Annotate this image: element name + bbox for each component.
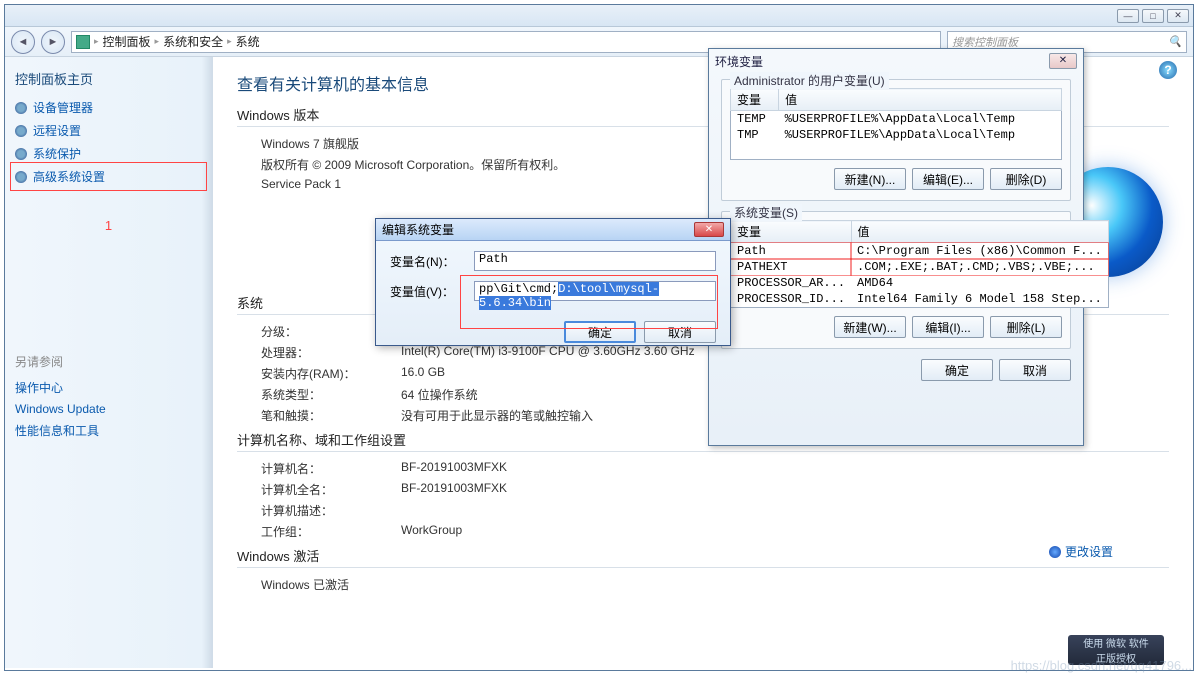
bc-system[interactable]: 系统 [236, 33, 260, 50]
value-processor: Intel(R) Core(TM) i3-9100F CPU @ 3.60GHz… [401, 344, 695, 361]
link-perf-info[interactable]: 性能信息和工具 [15, 419, 202, 442]
watermark: https://blog.csdn.net/qq41796... [1011, 658, 1192, 673]
titlebar: — □ ✕ [5, 5, 1193, 27]
sys-vars-table[interactable]: 变量值 PathC:\Program Files (x86)\Common F.… [730, 220, 1109, 308]
see-also-header: 另请参阅 [15, 353, 202, 370]
label-touch: 笔和触摸： [261, 407, 381, 424]
activation-status: Windows 已激活 [261, 576, 349, 593]
env-ok-button[interactable]: 确定 [921, 359, 993, 381]
table-row: PROCESSOR_AR...AMD64 [731, 275, 1109, 291]
chevron-right-icon: ▸ [227, 36, 232, 47]
env-vars-dialog: 环境变量 ✕ Administrator 的用户变量(U) 变量值 TEMP%U… [708, 48, 1084, 446]
var-name-input[interactable]: Path [474, 251, 716, 271]
maximize-button[interactable]: □ [1142, 9, 1164, 23]
table-row: PATHEXT.COM;.EXE;.BAT;.CMD;.VBS;.VBE;... [731, 259, 1109, 275]
var-name-label: 变量名(N)： [390, 253, 466, 270]
value-touch: 没有可用于此显示器的笔或触控输入 [401, 407, 593, 424]
label-rating: 分级： [261, 323, 381, 340]
sys-delete-button[interactable]: 删除(L) [990, 316, 1062, 338]
sidebar-title: 控制面板主页 [15, 69, 202, 88]
edit-close-button[interactable]: ✕ [694, 222, 724, 237]
close-button[interactable]: ✕ [1167, 9, 1189, 23]
sys-new-button[interactable]: 新建(W)... [834, 316, 906, 338]
sidebar: 控制面板主页 设备管理器 远程设置 系统保护 高级系统设置 1 另请参阅 操作中… [5, 57, 213, 668]
value-systype: 64 位操作系统 [401, 386, 478, 403]
user-delete-button[interactable]: 删除(D) [990, 168, 1062, 190]
help-icon[interactable]: ? [1159, 61, 1177, 79]
env-cancel-button[interactable]: 取消 [999, 359, 1071, 381]
bc-system-security[interactable]: 系统和安全 [163, 33, 223, 50]
label-pcdesc: 计算机描述： [261, 502, 381, 519]
user-vars-table[interactable]: 变量值 TEMP%USERPROFILE%\AppData\Local\Temp… [730, 88, 1062, 160]
change-settings-link[interactable]: 更改设置 [1049, 543, 1113, 560]
env-close-button[interactable]: ✕ [1049, 53, 1077, 69]
control-panel-icon [76, 35, 90, 49]
user-new-button[interactable]: 新建(N)... [834, 168, 906, 190]
windows-edition: Windows 7 旗舰版 [261, 135, 359, 152]
link-windows-update[interactable]: Windows Update [15, 399, 202, 419]
label-systype: 系统类型： [261, 386, 381, 403]
value-pcname: BF-20191003MFXK [401, 460, 507, 477]
var-value-label: 变量值(V)： [390, 283, 466, 300]
edit-dialog-title: 编辑系统变量 ✕ [376, 219, 730, 241]
edit-ok-button[interactable]: 确定 [564, 321, 636, 343]
value-pcfullname: BF-20191003MFXK [401, 481, 507, 498]
annotation-1: 1 [15, 218, 202, 233]
value-workgroup: WorkGroup [401, 523, 462, 540]
label-ram: 安装内存(RAM)： [261, 365, 381, 382]
edit-cancel-button[interactable]: 取消 [644, 321, 716, 343]
chevron-right-icon: ▸ [155, 36, 160, 47]
link-action-center[interactable]: 操作中心 [15, 376, 202, 399]
user-vars-label: Administrator 的用户变量(U) [730, 72, 889, 89]
sidebar-item-advanced[interactable]: 高级系统设置 [15, 165, 202, 188]
sidebar-item-remote[interactable]: 远程设置 [15, 119, 202, 142]
copyright: 版权所有 © 2009 Microsoft Corporation。保留所有权利… [261, 156, 565, 173]
user-edit-button[interactable]: 编辑(E)... [912, 168, 984, 190]
forward-button[interactable]: ► [41, 30, 65, 54]
back-button[interactable]: ◄ [11, 30, 35, 54]
minimize-button[interactable]: — [1117, 9, 1139, 23]
table-row: TEMP%USERPROFILE%\AppData\Local\Temp [731, 111, 1062, 128]
search-icon: 🔍 [1168, 35, 1182, 48]
var-value-input[interactable]: pp\Git\cmd;D:\tool\mysql-5.6.34\bin [474, 281, 716, 301]
label-pcfullname: 计算机全名： [261, 481, 381, 498]
sidebar-item-device-mgr[interactable]: 设备管理器 [15, 96, 202, 119]
service-pack: Service Pack 1 [261, 177, 341, 191]
table-row: PathC:\Program Files (x86)\Common F... [731, 243, 1109, 260]
label-pcname: 计算机名： [261, 460, 381, 477]
bc-control-panel[interactable]: 控制面板 [103, 33, 151, 50]
sys-edit-button[interactable]: 编辑(I)... [912, 316, 984, 338]
table-row: TMP%USERPROFILE%\AppData\Local\Temp [731, 127, 1062, 143]
env-dialog-title: 环境变量 ✕ [709, 49, 1083, 73]
chevron-right-icon: ▸ [94, 36, 99, 47]
table-row: PROCESSOR_ID...Intel64 Family 6 Model 15… [731, 291, 1109, 308]
sys-vars-label: 系统变量(S) [730, 204, 802, 221]
edit-var-dialog: 编辑系统变量 ✕ 变量名(N)： Path 变量值(V)： pp\Git\cmd… [375, 218, 731, 346]
label-workgroup: 工作组： [261, 523, 381, 540]
label-processor: 处理器： [261, 344, 381, 361]
value-ram: 16.0 GB [401, 365, 445, 382]
section-activation: Windows 激活 [237, 546, 1169, 568]
